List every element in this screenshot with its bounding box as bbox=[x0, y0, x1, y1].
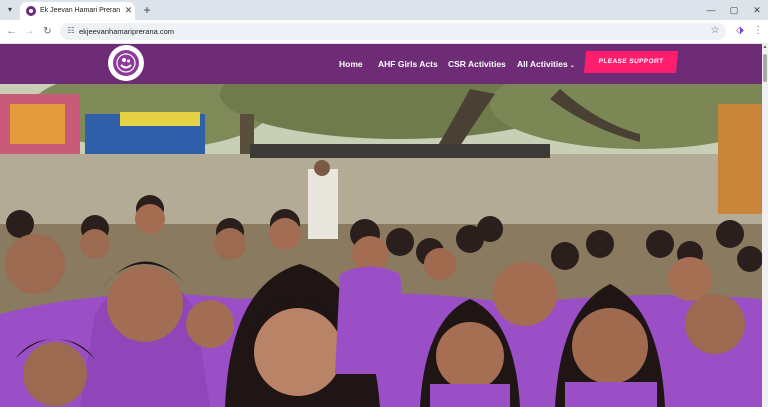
close-window-icon[interactable]: ✕ bbox=[745, 2, 768, 18]
tab-close-icon[interactable]: ✕ bbox=[123, 5, 134, 16]
reload-icon[interactable]: ↻ bbox=[40, 24, 55, 39]
nav-all-activities[interactable]: All Activities ⌄ bbox=[517, 59, 575, 71]
site-header: Home AHF Girls Acts CSR Activities All A… bbox=[0, 44, 762, 84]
new-tab-plus-icon[interactable]: + bbox=[140, 3, 154, 17]
forward-icon[interactable]: → bbox=[22, 24, 37, 39]
browser-tab[interactable]: Ek Jeevan Hamari Prerana – Ek ✕ bbox=[20, 2, 135, 20]
address-bar[interactable]: ☷ ekjeevanhamariprerana.com ☆ bbox=[60, 23, 726, 40]
favicon-icon bbox=[26, 6, 36, 16]
nav-all-activities-label: All Activities bbox=[517, 59, 568, 69]
hero-photo bbox=[0, 84, 762, 407]
tab-strip: ▾ Ek Jeevan Hamari Prerana – Ek ✕ + — ▢ … bbox=[0, 0, 768, 20]
url-text[interactable]: ekjeevanhamariprerana.com bbox=[79, 26, 174, 37]
maximize-icon[interactable]: ▢ bbox=[722, 2, 746, 18]
back-icon[interactable]: ← bbox=[4, 24, 19, 39]
scrollbar-thumb[interactable] bbox=[763, 54, 767, 82]
star-icon[interactable]: ☆ bbox=[708, 24, 722, 38]
chevron-down-icon: ⌄ bbox=[569, 63, 575, 69]
site-logo[interactable] bbox=[108, 45, 144, 81]
browser-toolbar: ← → ↻ ☷ ekjeevanhamariprerana.com ☆ bbox=[0, 20, 768, 44]
nav-ahf-girls-acts[interactable]: AHF Girls Acts bbox=[378, 59, 438, 69]
scroll-up-icon[interactable]: ▲ bbox=[762, 44, 768, 50]
tab-title: Ek Jeevan Hamari Prerana – Ek bbox=[40, 7, 120, 14]
nav-csr-activities[interactable]: CSR Activities bbox=[448, 59, 506, 69]
site-info-icon[interactable]: ☷ bbox=[65, 25, 77, 37]
more-menu-icon[interactable]: ⋮ bbox=[752, 24, 764, 38]
extension-icon[interactable]: ⬗ bbox=[733, 24, 747, 38]
minimize-icon[interactable]: — bbox=[699, 2, 723, 18]
nav-home[interactable]: Home bbox=[339, 59, 363, 69]
hero-group-photo-image bbox=[0, 84, 762, 407]
ek-jeevan-logo-icon bbox=[116, 53, 136, 73]
tab-search-icon[interactable]: ▾ bbox=[3, 3, 17, 17]
please-support-button[interactable]: PLEASE SUPPORT bbox=[583, 51, 679, 73]
page-scrollbar[interactable]: ▲ bbox=[762, 44, 768, 407]
